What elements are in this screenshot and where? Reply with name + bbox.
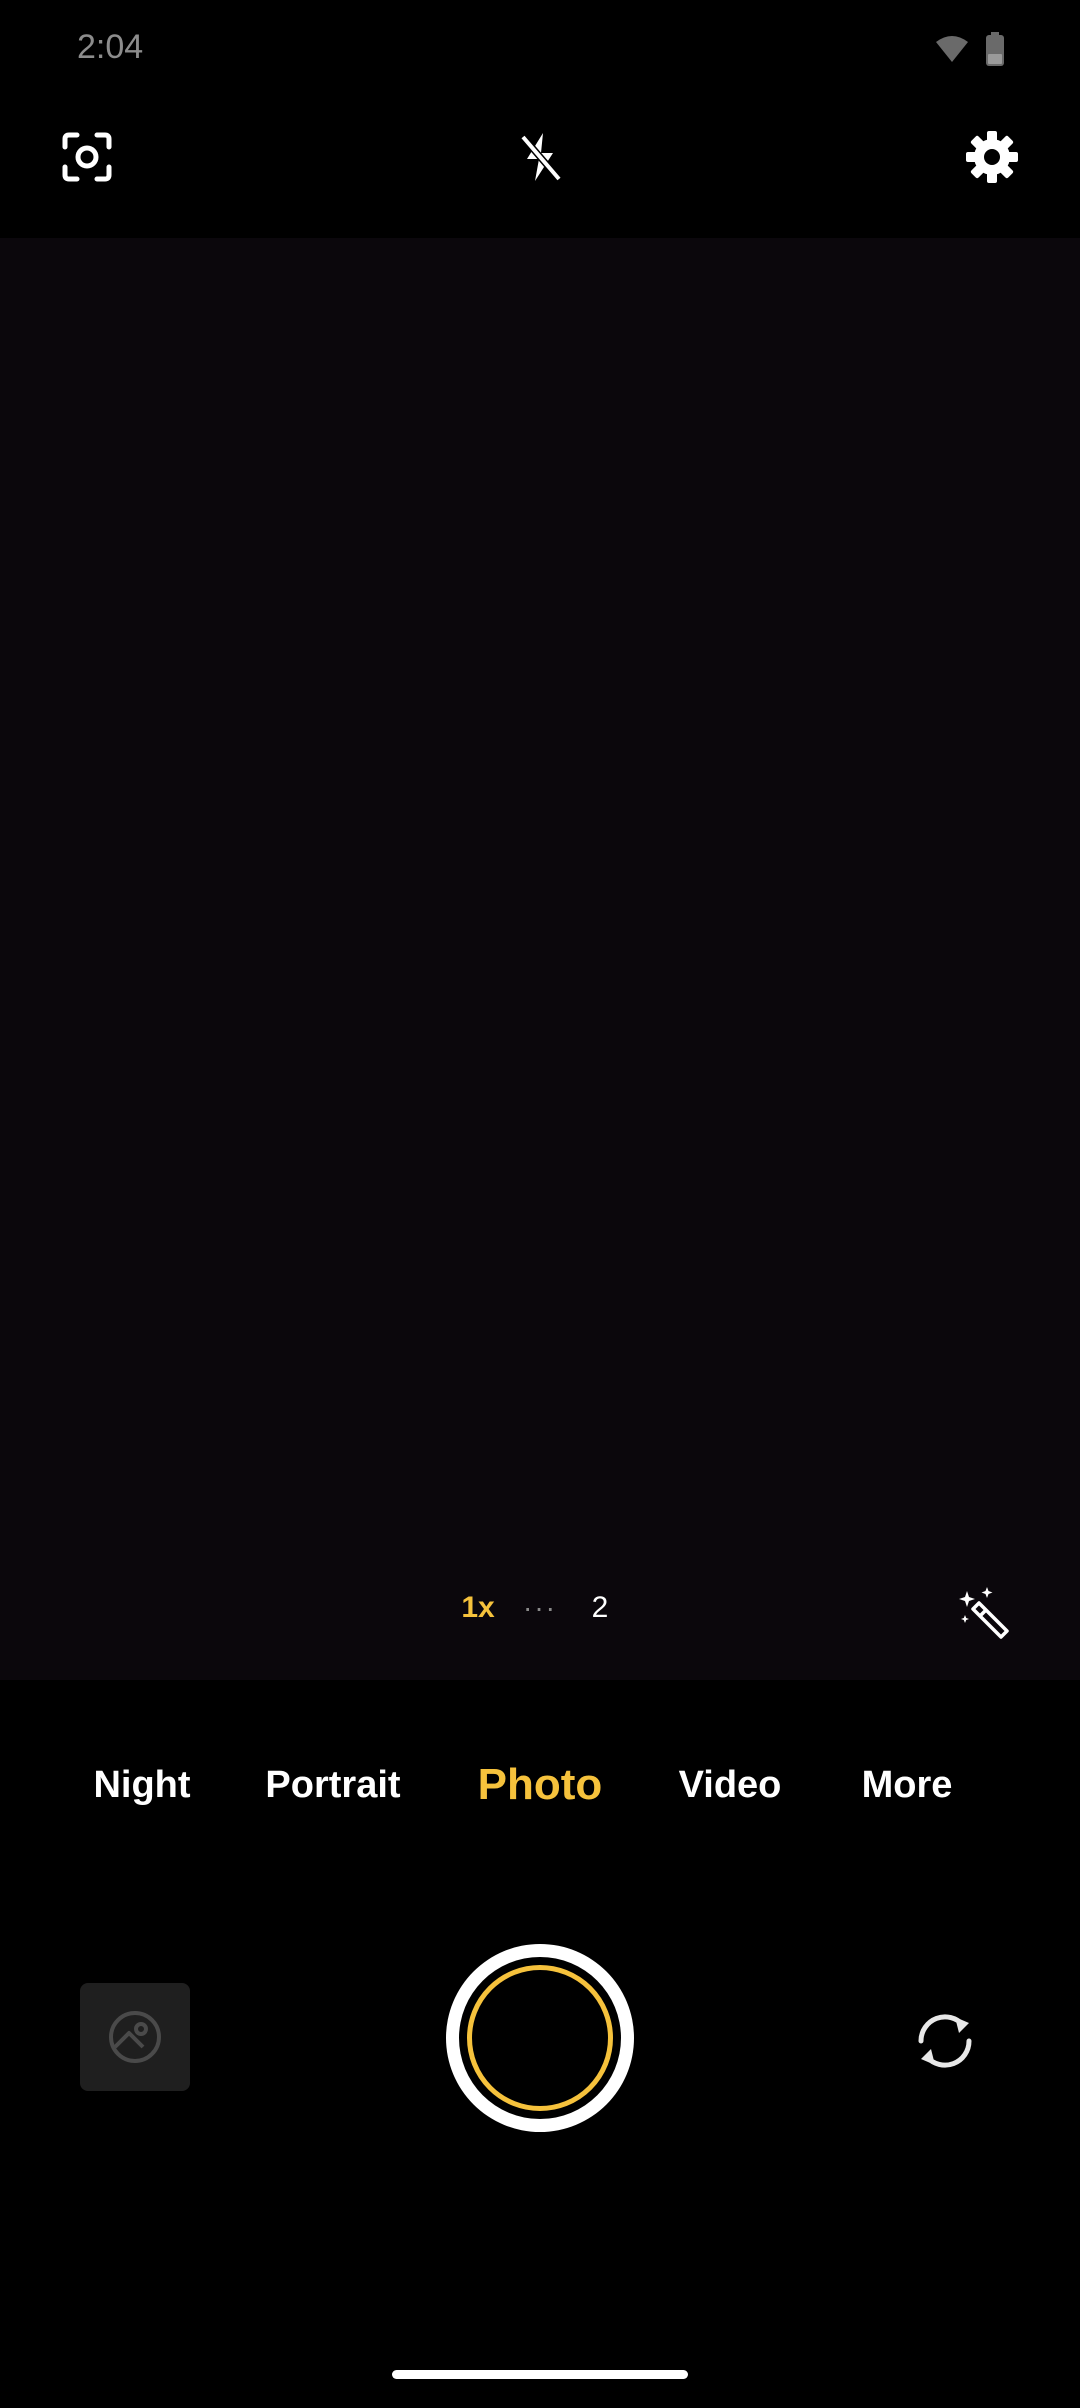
gallery-thumbnail[interactable] [80,1983,190,2091]
scan-icon[interactable] [52,122,122,192]
camera-viewfinder[interactable] [0,238,1080,1680]
mode-night[interactable]: Night [82,1740,202,1830]
flash-off-icon[interactable] [505,122,575,192]
battery-icon [986,32,1004,66]
shutter-button[interactable] [446,1944,634,2132]
status-time: 2:04 [77,28,144,66]
mode-video[interactable]: Video [670,1740,790,1830]
status-bar: 2:04 [0,0,1080,100]
magic-wand-icon[interactable] [950,1578,1020,1648]
mode-more[interactable]: More [852,1740,962,1830]
gear-icon[interactable] [957,122,1027,192]
wifi-icon [936,36,968,62]
shutter-inner [459,1957,621,2119]
mode-photo[interactable]: Photo [470,1740,610,1830]
mode-selector: Night Portrait Photo Video More [0,1740,1080,1830]
home-indicator[interactable] [392,2370,688,2379]
shutter-ring [467,1965,613,2111]
gallery-icon [109,2011,161,2063]
camera-top-bar [0,100,1080,238]
zoom-dots[interactable]: ··· [520,1580,560,1636]
mode-portrait[interactable]: Portrait [258,1740,408,1830]
switch-camera-icon[interactable] [900,1996,990,2086]
zoom-2x-button[interactable]: 2 [576,1580,624,1636]
zoom-1x-button[interactable]: 1x [442,1580,514,1636]
